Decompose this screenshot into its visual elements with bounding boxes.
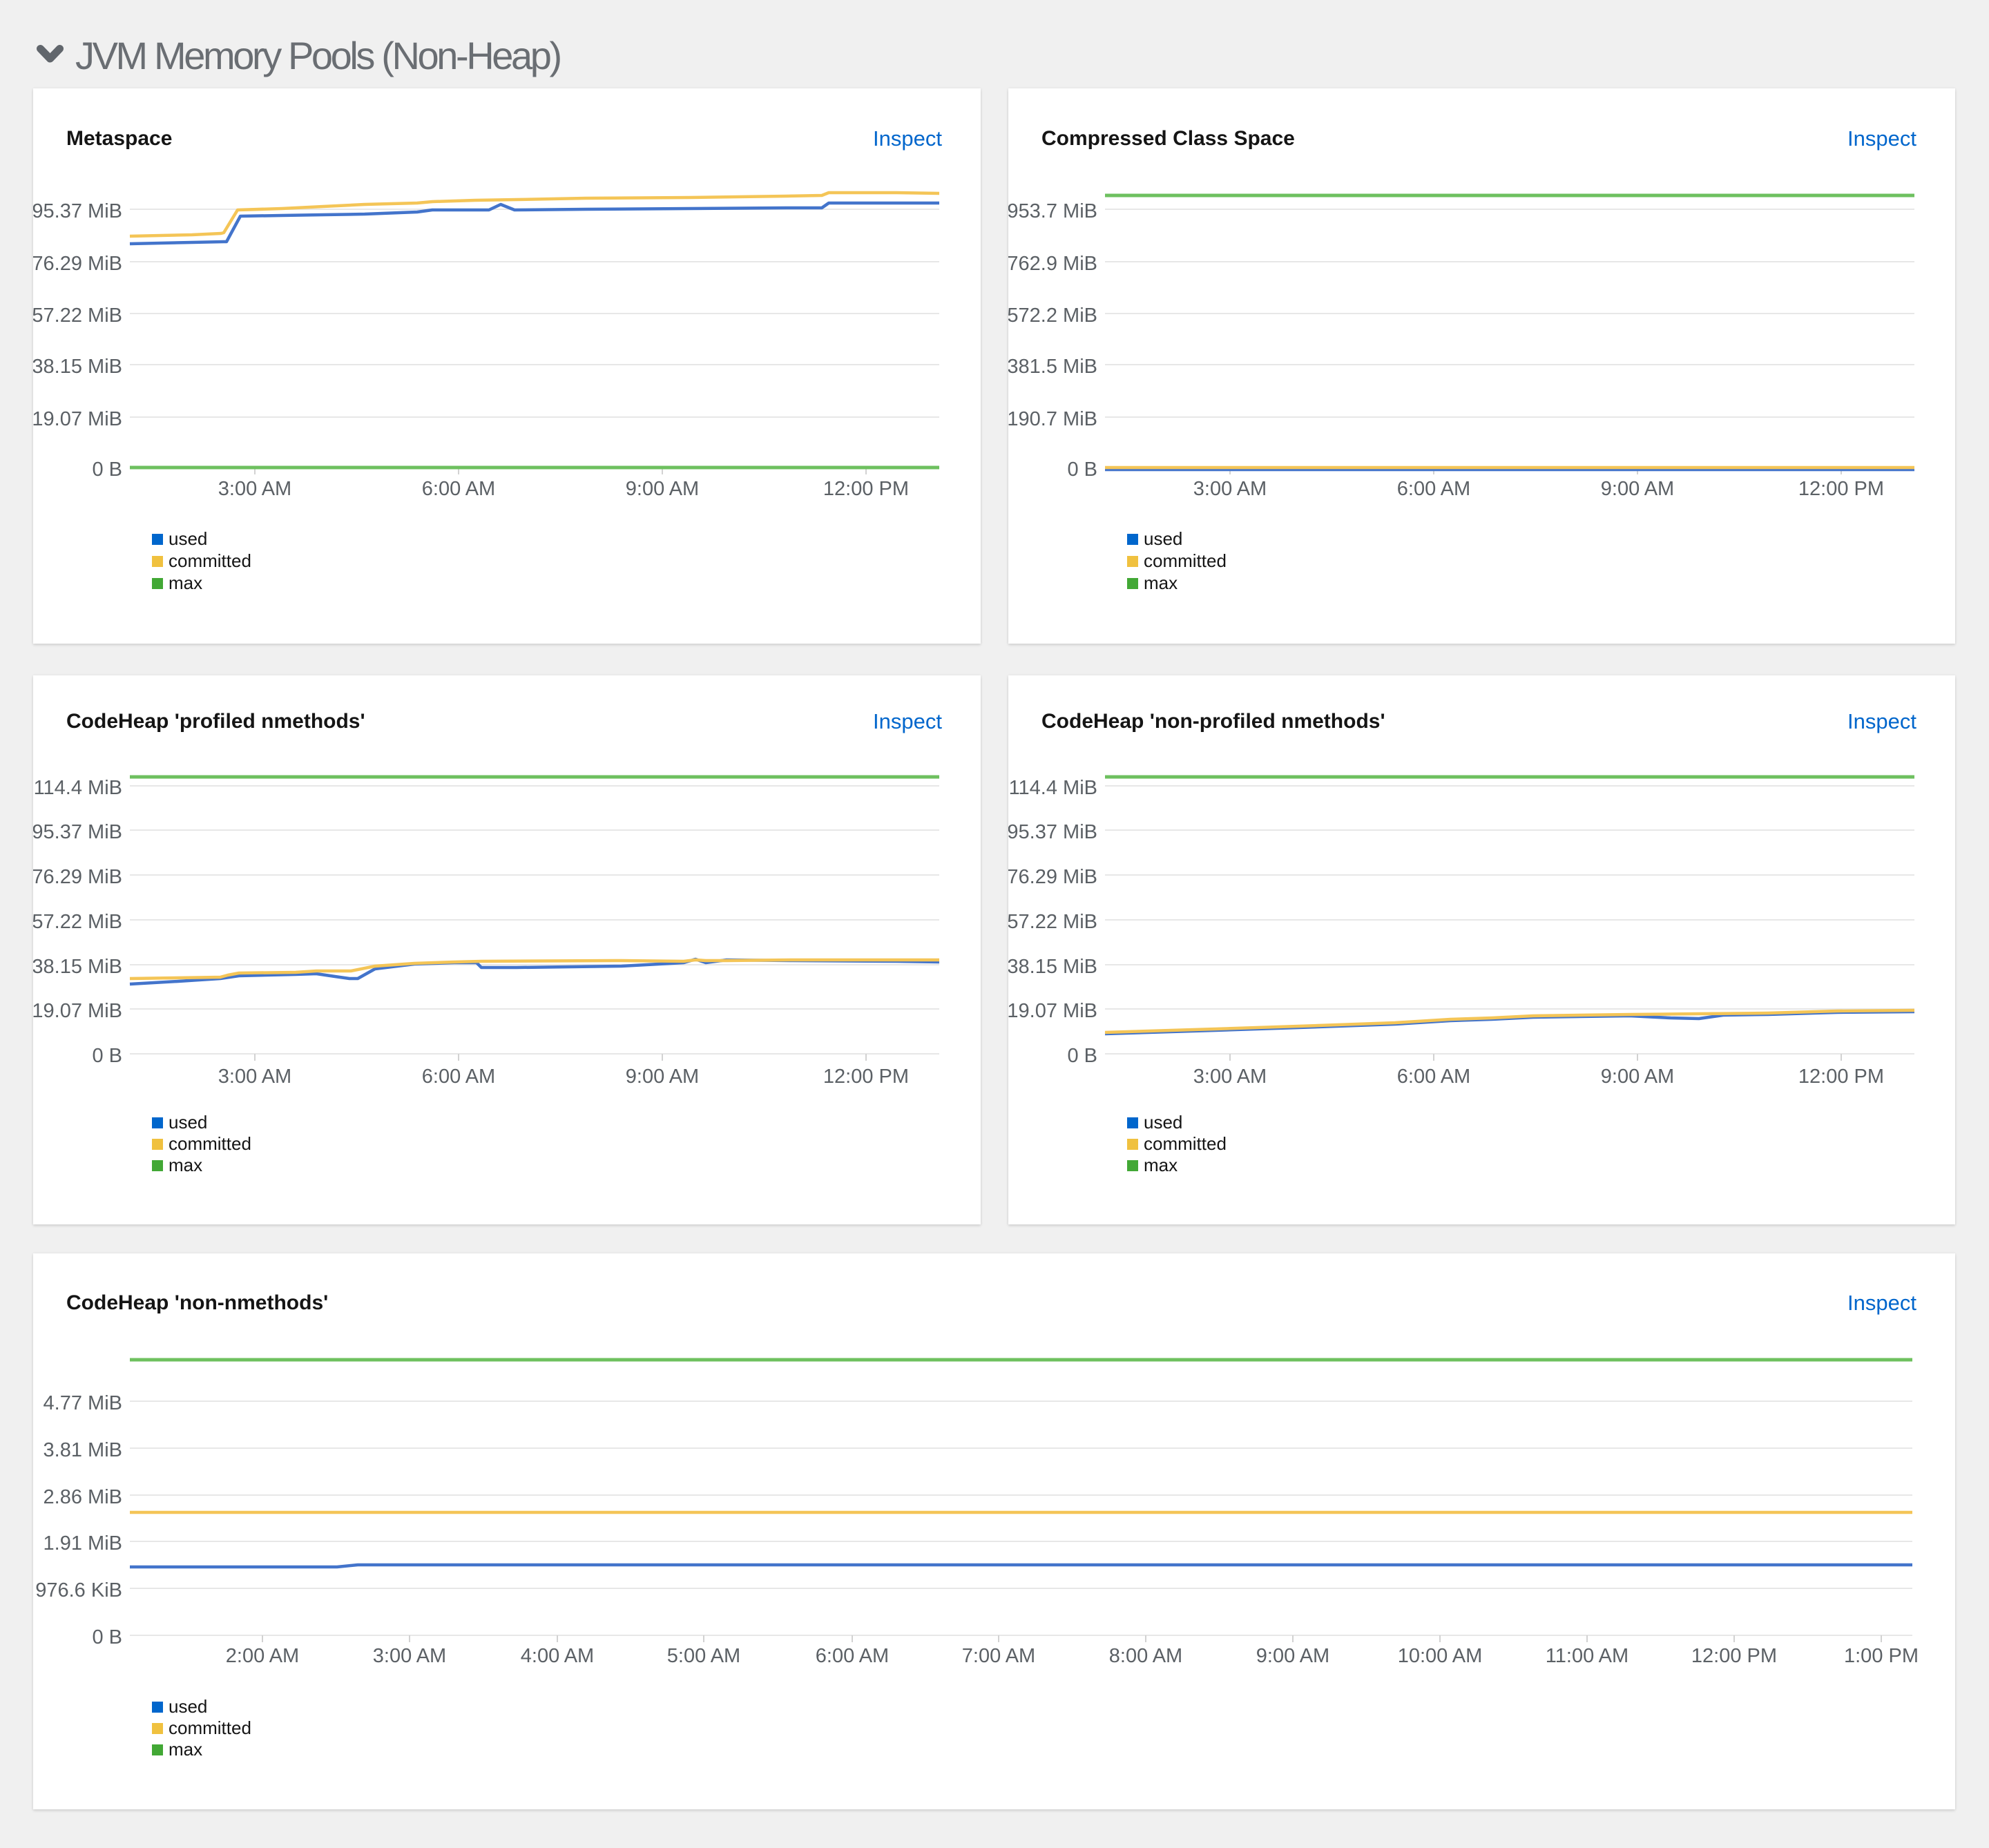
svg-text:used: used — [1144, 1112, 1182, 1133]
svg-text:0 B: 0 B — [92, 1626, 122, 1648]
svg-text:12:00 PM: 12:00 PM — [1691, 1645, 1777, 1667]
svg-text:4.77 MiB: 4.77 MiB — [44, 1392, 122, 1414]
svg-text:3.81 MiB: 3.81 MiB — [44, 1439, 122, 1461]
svg-text:95.37 MiB: 95.37 MiB — [1008, 821, 1097, 843]
svg-text:3:00 AM: 3:00 AM — [373, 1645, 446, 1667]
svg-text:4:00 AM: 4:00 AM — [521, 1645, 594, 1667]
svg-text:11:00 AM: 11:00 AM — [1546, 1645, 1628, 1667]
svg-text:190.7 MiB: 190.7 MiB — [1008, 408, 1097, 430]
svg-text:6:00 AM: 6:00 AM — [816, 1645, 889, 1667]
svg-text:committed: committed — [1144, 1133, 1227, 1154]
svg-text:2.86 MiB: 2.86 MiB — [44, 1486, 122, 1508]
svg-text:9:00 AM: 9:00 AM — [626, 1066, 699, 1088]
svg-text:9:00 AM: 9:00 AM — [1256, 1645, 1329, 1667]
svg-text:committed: committed — [169, 550, 251, 571]
svg-text:762.9 MiB: 762.9 MiB — [1008, 253, 1097, 275]
svg-text:3:00 AM: 3:00 AM — [218, 478, 291, 500]
svg-text:JVM Memory Pools (Non-Heap): JVM Memory Pools (Non-Heap) — [75, 34, 560, 77]
svg-text:95.37 MiB: 95.37 MiB — [33, 821, 122, 843]
svg-text:12:00 PM: 12:00 PM — [823, 1066, 909, 1088]
svg-text:381.5 MiB: 381.5 MiB — [1008, 356, 1097, 378]
svg-text:95.37 MiB: 95.37 MiB — [33, 200, 122, 222]
svg-text:3:00 AM: 3:00 AM — [1193, 1066, 1267, 1088]
svg-text:12:00 PM: 12:00 PM — [1798, 1066, 1884, 1088]
svg-text:9:00 AM: 9:00 AM — [626, 478, 699, 500]
svg-text:572.2 MiB: 572.2 MiB — [1008, 305, 1097, 327]
svg-text:9:00 AM: 9:00 AM — [1601, 1066, 1674, 1088]
svg-text:0 B: 0 B — [92, 459, 122, 481]
svg-text:used: used — [169, 528, 207, 549]
svg-text:953.7 MiB: 953.7 MiB — [1008, 200, 1097, 222]
svg-text:max: max — [1144, 1155, 1178, 1175]
svg-text:3:00 AM: 3:00 AM — [218, 1066, 291, 1088]
svg-text:0 B: 0 B — [1067, 1045, 1097, 1067]
svg-text:Inspect: Inspect — [873, 126, 942, 151]
svg-text:Compressed Class Space: Compressed Class Space — [1041, 127, 1295, 150]
svg-text:38.15 MiB: 38.15 MiB — [33, 956, 122, 978]
svg-text:57.22 MiB: 57.22 MiB — [1008, 911, 1097, 933]
svg-text:CodeHeap 'profiled nmethods': CodeHeap 'profiled nmethods' — [66, 710, 365, 733]
svg-text:Inspect: Inspect — [1847, 126, 1916, 151]
svg-text:7:00 AM: 7:00 AM — [962, 1645, 1035, 1667]
svg-text:114.4 MiB: 114.4 MiB — [1009, 777, 1097, 799]
svg-text:committed: committed — [169, 1133, 251, 1154]
svg-text:Inspect: Inspect — [1847, 709, 1916, 733]
svg-text:6:00 AM: 6:00 AM — [422, 478, 495, 500]
svg-text:6:00 AM: 6:00 AM — [1397, 1066, 1470, 1088]
svg-text:3:00 AM: 3:00 AM — [1193, 478, 1267, 500]
svg-text:10:00 AM: 10:00 AM — [1398, 1645, 1483, 1667]
svg-text:76.29 MiB: 76.29 MiB — [33, 866, 122, 888]
svg-text:19.07 MiB: 19.07 MiB — [33, 1000, 122, 1022]
svg-text:used: used — [169, 1112, 207, 1133]
svg-text:max: max — [169, 1739, 202, 1760]
svg-text:1.91 MiB: 1.91 MiB — [44, 1532, 122, 1555]
svg-text:6:00 AM: 6:00 AM — [422, 1066, 495, 1088]
svg-text:CodeHeap 'non-nmethods': CodeHeap 'non-nmethods' — [66, 1291, 328, 1314]
svg-text:1:00 PM: 1:00 PM — [1844, 1645, 1919, 1667]
svg-text:38.15 MiB: 38.15 MiB — [1008, 956, 1097, 978]
svg-text:used: used — [1144, 528, 1182, 549]
svg-text:12:00 PM: 12:00 PM — [823, 478, 909, 500]
svg-text:0 B: 0 B — [92, 1045, 122, 1067]
svg-text:19.07 MiB: 19.07 MiB — [1008, 1000, 1097, 1022]
svg-text:max: max — [169, 1155, 202, 1175]
svg-text:8:00 AM: 8:00 AM — [1109, 1645, 1182, 1667]
svg-text:76.29 MiB: 76.29 MiB — [1008, 866, 1097, 888]
svg-text:976.6 KiB: 976.6 KiB — [35, 1579, 122, 1601]
svg-text:5:00 AM: 5:00 AM — [667, 1645, 740, 1667]
svg-text:57.22 MiB: 57.22 MiB — [33, 911, 122, 933]
svg-text:76.29 MiB: 76.29 MiB — [33, 253, 122, 275]
svg-text:committed: committed — [1144, 550, 1227, 571]
svg-text:57.22 MiB: 57.22 MiB — [33, 305, 122, 327]
svg-text:9:00 AM: 9:00 AM — [1601, 478, 1674, 500]
svg-text:used: used — [169, 1696, 207, 1717]
svg-text:0 B: 0 B — [1067, 459, 1097, 481]
svg-text:Inspect: Inspect — [1847, 1291, 1916, 1315]
svg-text:committed: committed — [169, 1717, 251, 1738]
svg-text:38.15 MiB: 38.15 MiB — [33, 356, 122, 378]
svg-text:max: max — [169, 572, 202, 593]
svg-text:Inspect: Inspect — [873, 709, 942, 733]
svg-text:114.4 MiB: 114.4 MiB — [34, 777, 122, 799]
svg-text:2:00 AM: 2:00 AM — [226, 1645, 299, 1667]
svg-text:6:00 AM: 6:00 AM — [1397, 478, 1470, 500]
svg-text:12:00 PM: 12:00 PM — [1798, 478, 1884, 500]
svg-text:Metaspace: Metaspace — [66, 127, 172, 150]
svg-text:19.07 MiB: 19.07 MiB — [33, 408, 122, 430]
svg-text:max: max — [1144, 572, 1178, 593]
svg-text:CodeHeap 'non-profiled nmethod: CodeHeap 'non-profiled nmethods' — [1041, 710, 1385, 733]
